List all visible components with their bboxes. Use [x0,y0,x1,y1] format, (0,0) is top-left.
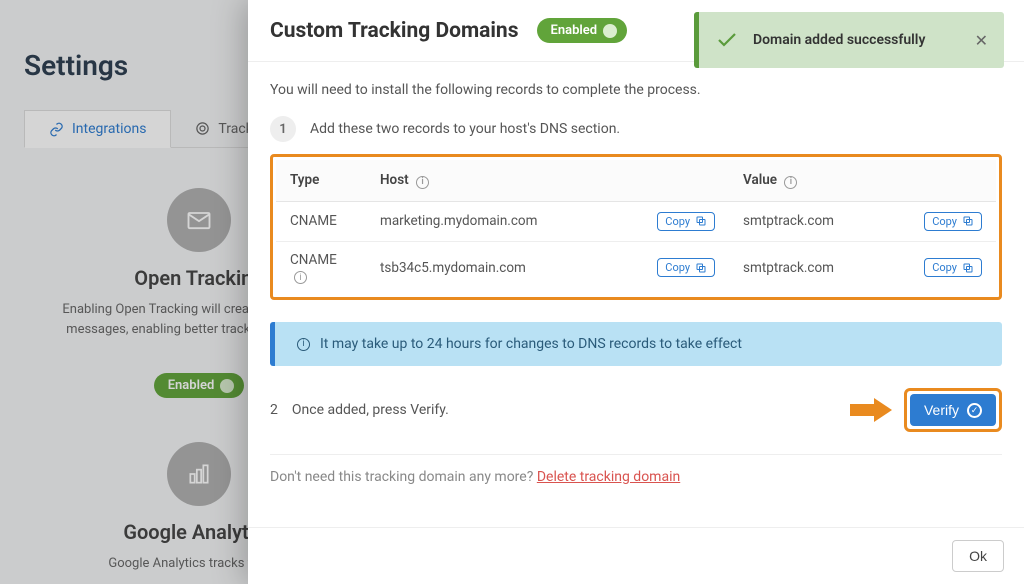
toggle-dot [220,379,234,393]
col-type: Type [276,160,366,201]
step-text: Once added, press Verify. [292,402,449,418]
step-2: 2 Once added, press Verify. Verify ✓ [270,388,1002,432]
link-icon [49,122,64,137]
verify-button[interactable]: Verify ✓ [910,394,996,426]
col-host: Host i [366,160,729,201]
copy-button[interactable]: Copy [657,212,715,231]
cell-value: smtptrack.com Copy [729,201,996,241]
cell-type: CNAME i [276,241,366,294]
step-number: 1 [270,116,296,142]
tab-integrations[interactable]: Integrations [24,110,171,148]
col-value: Value i [729,160,996,201]
step-number: 2 [270,402,278,418]
dns-row: CNAME marketing.mydomain.com Copy [276,201,996,241]
enabled-toggle[interactable]: Enabled [154,373,245,398]
alert-text: It may take up to 24 hours for changes t… [320,336,742,352]
copy-button[interactable]: Copy [924,258,982,277]
envelope-icon [167,188,231,252]
step-1: 1 Add these two records to your host's D… [270,116,1002,142]
divider [270,454,1002,455]
dns-records-table: Type Host i Value i CNAME [276,160,996,294]
copy-button[interactable]: Copy [657,258,715,277]
check-circle-icon: ✓ [967,403,982,418]
toast-text: Domain added successfully [753,32,925,48]
custom-tracking-domains-modal: Custom Tracking Domains Enabled Domain a… [248,0,1024,584]
intro-text: You will need to install the following r… [270,82,1002,98]
dns-row: CNAME i tsb34c5.mydomain.com Copy [276,241,996,294]
copy-button[interactable]: Copy [924,212,982,231]
target-icon [195,121,210,136]
arrow-annotation-icon [850,401,894,419]
copy-icon [962,215,974,227]
modal-title: Custom Tracking Domains [270,19,519,43]
modal-footer: Ok [248,527,1024,584]
ok-button[interactable]: Ok [952,540,1004,572]
info-icon: i [297,338,310,351]
analytics-icon [167,442,231,506]
cell-value: smtptrack.com Copy [729,241,996,294]
cell-host: tsb34c5.mydomain.com Copy [366,241,729,294]
cell-type: CNAME [276,201,366,241]
status-toggle-enabled[interactable]: Enabled [537,18,628,43]
dns-propagation-alert: i It may take up to 24 hours for changes… [270,322,1002,366]
cell-host: marketing.mydomain.com Copy [366,201,729,241]
copy-icon [695,262,707,274]
info-icon[interactable]: i [294,271,307,284]
close-toast-icon[interactable]: ✕ [975,31,988,50]
info-icon[interactable]: i [784,176,797,189]
copy-icon [962,262,974,274]
verify-highlight: Verify ✓ [904,388,1002,432]
check-icon [715,28,739,52]
delete-tracking-domain-link[interactable]: Delete tracking domain [537,469,680,485]
dns-records-highlight: Type Host i Value i CNAME [270,154,1002,300]
toggle-dot [603,24,617,38]
tab-label: Integrations [72,121,146,137]
copy-icon [695,215,707,227]
delete-domain-line: Don't need this tracking domain any more… [270,469,1002,485]
info-icon[interactable]: i [416,176,429,189]
success-toast: Domain added successfully ✕ [694,12,1004,68]
step-text: Add these two records to your host's DNS… [310,121,620,137]
